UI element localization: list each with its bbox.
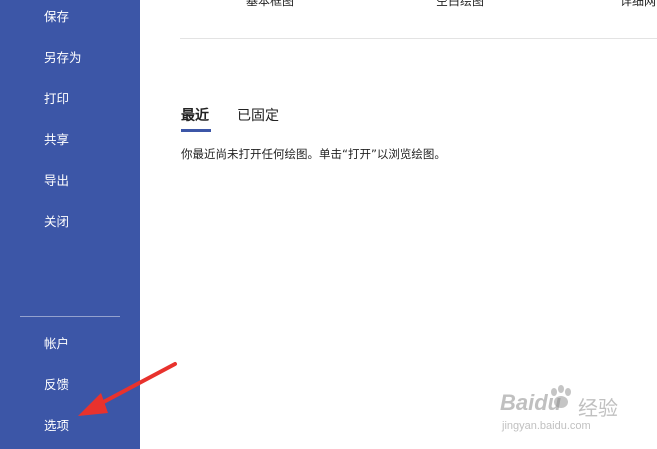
recent-empty-message: 你最近尚未打开任何绘图。单击“打开”以浏览绘图。 xyxy=(181,147,446,161)
sidebar-item-export[interactable]: 导出 xyxy=(44,173,69,189)
sidebar-item-feedback[interactable]: 反馈 xyxy=(44,377,69,393)
sidebar-item-options[interactable]: 选项 xyxy=(44,418,69,434)
watermark-url: jingyan.baidu.com xyxy=(502,420,591,432)
visio-backstage: 保存 另存为 打印 共享 导出 关闭 帐户 反馈 选项 基本框图 空白绘图 详细… xyxy=(0,0,657,449)
baidu-watermark: Baidu 经验 jingyan.baidu.com xyxy=(500,380,650,440)
watermark-service: 经验 xyxy=(578,398,618,420)
backstage-sidebar: 保存 另存为 打印 共享 导出 关闭 帐户 反馈 选项 xyxy=(0,0,140,449)
sidebar-divider xyxy=(20,316,120,317)
active-tab-indicator xyxy=(181,129,211,132)
sidebar-item-share[interactable]: 共享 xyxy=(44,132,69,148)
sidebar-item-save[interactable]: 保存 xyxy=(44,9,69,25)
templates-divider xyxy=(180,38,657,39)
sidebar-item-account[interactable]: 帐户 xyxy=(44,336,69,352)
tab-recent[interactable]: 最近 xyxy=(181,106,209,126)
template-basic-diagram[interactable]: 基本框图 xyxy=(246,0,294,9)
sidebar-item-save-as[interactable]: 另存为 xyxy=(44,50,82,66)
sidebar-item-close[interactable]: 关闭 xyxy=(44,214,69,230)
watermark-brand: Baidu xyxy=(500,390,562,415)
template-blank-drawing[interactable]: 空白绘图 xyxy=(436,0,484,9)
sidebar-item-print[interactable]: 打印 xyxy=(44,91,69,107)
tab-pinned[interactable]: 已固定 xyxy=(237,106,279,126)
template-detailed-network[interactable]: 详细网 xyxy=(620,0,656,9)
